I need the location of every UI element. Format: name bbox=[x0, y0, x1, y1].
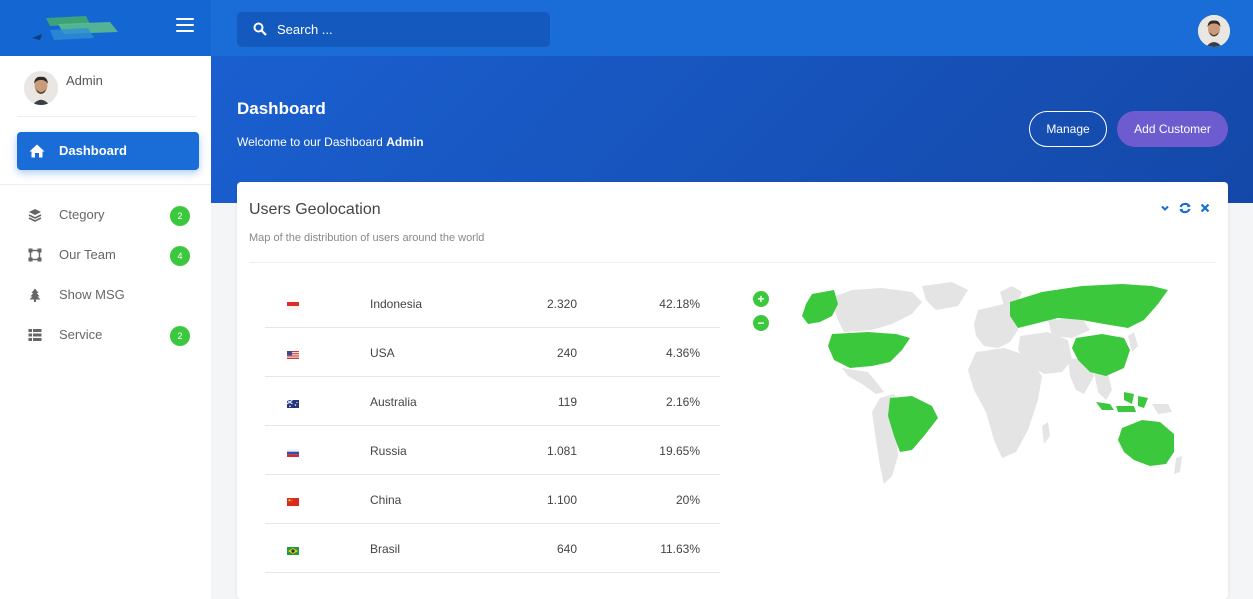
country-cell: Indonesia bbox=[370, 297, 423, 311]
top-avatar[interactable] bbox=[1198, 15, 1230, 47]
sidebar: Admin Dashboard Ctegory 2 Our Team 4 Sho… bbox=[0, 56, 211, 599]
table-row: USA 240 4.36% bbox=[265, 328, 720, 377]
world-map[interactable] bbox=[772, 280, 1192, 495]
avatar-image bbox=[24, 71, 58, 105]
top-bar bbox=[0, 0, 1253, 56]
home-icon bbox=[29, 144, 45, 158]
layers-icon bbox=[28, 209, 42, 222]
welcome-user: Admin bbox=[386, 135, 424, 149]
welcome-prefix: Welcome to our Dashboard bbox=[237, 135, 387, 149]
divider bbox=[0, 184, 211, 185]
zoom-in-button[interactable]: + bbox=[753, 291, 769, 307]
vector-square-icon bbox=[28, 248, 42, 262]
sidebar-item-category[interactable]: Ctegory 2 bbox=[28, 204, 193, 228]
users-geolocation-card: Users Geolocation Map of the distributio… bbox=[237, 182, 1228, 599]
table-row: Russia 1.081 19.65% bbox=[265, 426, 720, 475]
sidebar-item-dashboard[interactable]: Dashboard bbox=[17, 132, 199, 170]
zoom-out-button[interactable]: − bbox=[753, 315, 769, 331]
table-row: Australia 119 2.16% bbox=[265, 377, 720, 426]
search-box[interactable] bbox=[237, 12, 550, 47]
sidebar-user-name: Admin bbox=[66, 73, 103, 88]
card-subtitle: Map of the distribution of users around … bbox=[249, 232, 485, 244]
sidebar-item-label: Show MSG bbox=[59, 287, 125, 302]
users-cell: 2.320 bbox=[546, 297, 577, 311]
percent-cell: 4.36% bbox=[665, 346, 700, 360]
australia-region bbox=[1118, 420, 1174, 466]
country-cell: Australia bbox=[370, 395, 417, 409]
flag-brasil-icon bbox=[287, 547, 299, 555]
count-badge: 4 bbox=[170, 246, 190, 266]
search-icon bbox=[253, 22, 267, 36]
country-cell: Brasil bbox=[370, 542, 401, 556]
brand-area bbox=[0, 0, 211, 56]
menu-toggle-icon[interactable] bbox=[176, 18, 194, 34]
flag-russia-icon bbox=[287, 449, 299, 457]
percent-cell: 11.63% bbox=[660, 542, 700, 556]
country-cell: Russia bbox=[370, 444, 407, 458]
users-cell: 119 bbox=[557, 395, 577, 409]
country-cell: USA bbox=[370, 346, 395, 360]
refresh-icon[interactable] bbox=[1178, 201, 1192, 215]
users-cell: 640 bbox=[556, 542, 577, 556]
country-cell: China bbox=[370, 493, 402, 507]
divider bbox=[249, 262, 1216, 263]
welcome-text: Welcome to our Dashboard Admin bbox=[237, 135, 424, 149]
tree-icon bbox=[29, 288, 41, 302]
usa-region bbox=[828, 332, 910, 368]
card-title: Users Geolocation bbox=[249, 201, 381, 218]
percent-cell: 2.16% bbox=[665, 395, 700, 409]
sidebar-item-label: Service bbox=[59, 327, 103, 342]
chevron-down-icon[interactable] bbox=[1158, 201, 1172, 215]
users-cell: 240 bbox=[556, 346, 577, 360]
divider bbox=[17, 116, 197, 117]
manage-button[interactable]: Manage bbox=[1029, 111, 1107, 147]
sidebar-item-label: Our Team bbox=[59, 247, 116, 262]
count-badge: 2 bbox=[170, 206, 190, 226]
flag-indonesia-icon bbox=[287, 302, 299, 310]
card-tools bbox=[1154, 201, 1214, 217]
avatar-image bbox=[1198, 15, 1230, 47]
table-row: China 1.100 20% bbox=[265, 475, 720, 524]
flag-china-icon bbox=[287, 498, 299, 506]
flag-australia-icon bbox=[287, 400, 299, 408]
sidebar-item-our-team[interactable]: Our Team 4 bbox=[28, 244, 193, 268]
percent-cell: 20% bbox=[675, 493, 700, 507]
table-row: Indonesia 2.320 42.18% bbox=[265, 279, 720, 328]
search-input[interactable] bbox=[277, 12, 537, 47]
russia-region bbox=[1010, 284, 1168, 328]
page-header: Dashboard Welcome to our Dashboard Admin… bbox=[211, 56, 1253, 203]
flag-usa-icon bbox=[287, 351, 299, 359]
sidebar-item-service[interactable]: Service 2 bbox=[28, 324, 193, 348]
sidebar-item-label: Ctegory bbox=[59, 207, 105, 222]
add-customer-button[interactable]: Add Customer bbox=[1117, 111, 1228, 147]
percent-cell: 19.65% bbox=[659, 444, 700, 458]
logo[interactable] bbox=[28, 10, 128, 46]
avatar[interactable] bbox=[24, 71, 58, 105]
list-icon bbox=[28, 329, 42, 341]
users-cell: 1.100 bbox=[546, 493, 577, 507]
users-cell: 1.081 bbox=[546, 444, 577, 458]
alaska-region bbox=[802, 290, 838, 324]
sidebar-item-label: Dashboard bbox=[59, 143, 127, 158]
close-icon[interactable] bbox=[1198, 201, 1212, 215]
geolocation-table: Indonesia 2.320 42.18% USA 240 4.36% Aus… bbox=[265, 279, 720, 573]
count-badge: 2 bbox=[170, 326, 190, 346]
page-title: Dashboard bbox=[237, 99, 326, 118]
sidebar-user[interactable]: Admin bbox=[24, 71, 204, 111]
table-row: Brasil 640 11.63% bbox=[265, 524, 720, 573]
percent-cell: 42.18% bbox=[659, 297, 700, 311]
sidebar-item-show-msg[interactable]: Show MSG bbox=[28, 284, 193, 308]
